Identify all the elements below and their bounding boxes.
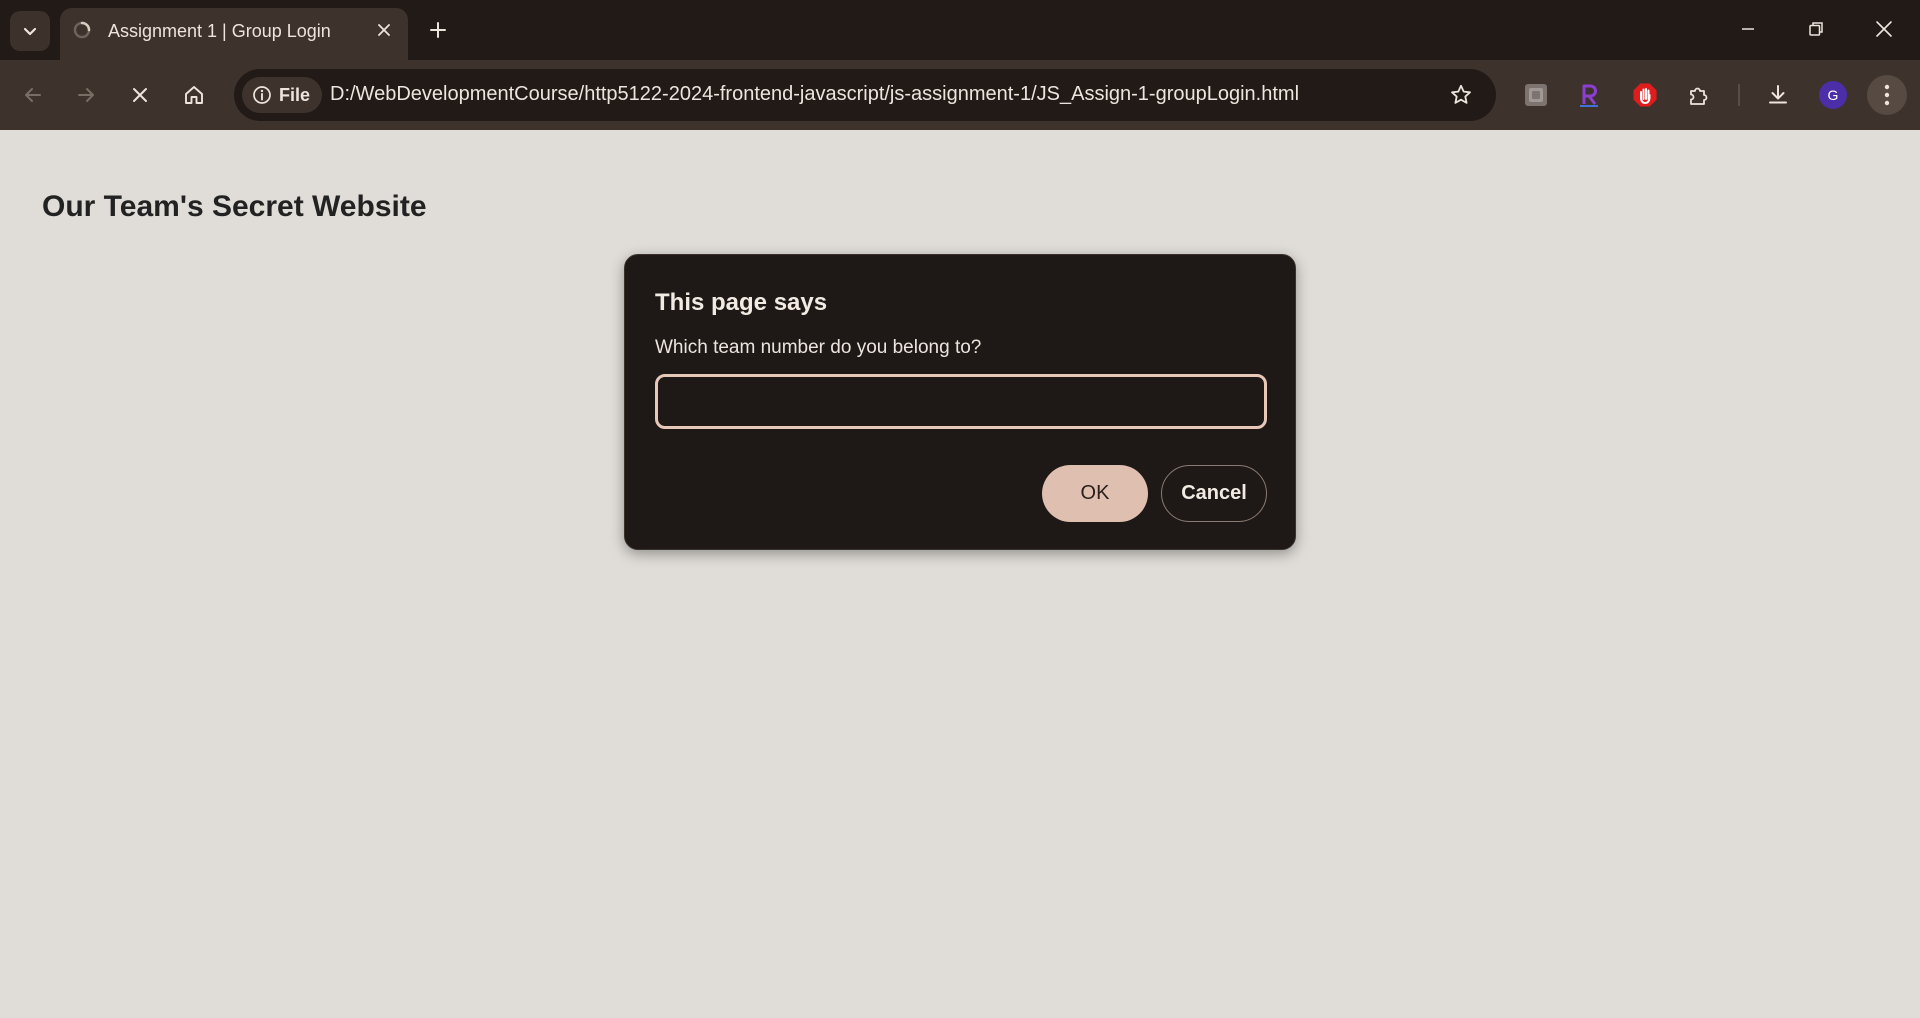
extension-adblock[interactable]	[1625, 75, 1665, 115]
prompt-dialog: This page says Which team number do you …	[624, 254, 1296, 550]
extensions-puzzle-icon	[1690, 87, 1708, 105]
page-title: Our Team's Secret Website	[42, 190, 427, 223]
home-icon	[185, 86, 203, 104]
info-icon	[253, 86, 271, 104]
plus-icon	[430, 22, 446, 38]
minimize-icon	[1742, 28, 1754, 30]
close-icon	[133, 88, 147, 102]
scheme-label: File	[279, 84, 311, 105]
profile-button[interactable]: G	[1813, 75, 1853, 115]
cancel-button[interactable]: Cancel	[1161, 465, 1267, 522]
ok-button[interactable]: OK	[1042, 465, 1148, 522]
loading-spinner-icon	[73, 21, 91, 39]
forward-button[interactable]	[66, 75, 106, 115]
restore-icon	[1809, 22, 1823, 36]
url-text[interactable]: D:/WebDevelopmentCourse/http5122-2024-fr…	[330, 83, 1299, 106]
page-content: Our Team's Secret Website This page says…	[0, 130, 1920, 1018]
extension-screen-capture[interactable]	[1516, 75, 1556, 115]
close-icon	[1876, 21, 1892, 37]
screen-capture-icon	[1525, 84, 1547, 106]
tab-search-button[interactable]	[10, 11, 50, 51]
extension-r[interactable]	[1569, 75, 1609, 115]
extensions-button[interactable]	[1679, 75, 1719, 115]
address-bar[interactable]: File D:/WebDevelopmentCourse/http5122-20…	[234, 69, 1496, 121]
downloads-button[interactable]	[1758, 75, 1798, 115]
browser-window: Assignment 1 | Group Login File D:/WebDe…	[0, 0, 1920, 1018]
stop-loading-button[interactable]	[120, 75, 160, 115]
chevron-down-icon	[23, 27, 37, 36]
download-icon	[1769, 85, 1787, 104]
star-icon	[1451, 84, 1471, 104]
minimize-button[interactable]	[1714, 0, 1782, 58]
adblock-hand-icon	[1633, 83, 1657, 107]
bookmark-button[interactable]	[1444, 78, 1478, 112]
toolbar: File D:/WebDevelopmentCourse/http5122-20…	[0, 60, 1920, 130]
r-extension-icon	[1580, 84, 1598, 107]
avatar: G	[1819, 81, 1847, 109]
tab-strip: Assignment 1 | Group Login	[0, 0, 1920, 60]
arrow-left-icon	[25, 88, 41, 102]
site-info-chip[interactable]: File	[242, 77, 323, 113]
dialog-message: Which team number do you belong to?	[655, 337, 982, 358]
dialog-title: This page says	[655, 289, 828, 316]
tab-title: Assignment 1 | Group Login	[108, 21, 331, 41]
toolbar-divider	[1738, 84, 1740, 106]
close-window-button[interactable]	[1850, 0, 1918, 58]
tab-close-button[interactable]	[372, 18, 396, 42]
back-button[interactable]	[13, 75, 53, 115]
arrow-right-icon	[78, 88, 94, 102]
tab-active[interactable]: Assignment 1 | Group Login	[60, 8, 408, 60]
restore-button[interactable]	[1782, 0, 1850, 58]
new-tab-button[interactable]	[422, 14, 454, 46]
kebab-menu-icon	[1884, 84, 1890, 106]
close-icon	[378, 24, 390, 36]
team-number-input[interactable]	[655, 374, 1267, 429]
menu-button[interactable]	[1867, 75, 1907, 115]
home-button[interactable]	[174, 75, 214, 115]
